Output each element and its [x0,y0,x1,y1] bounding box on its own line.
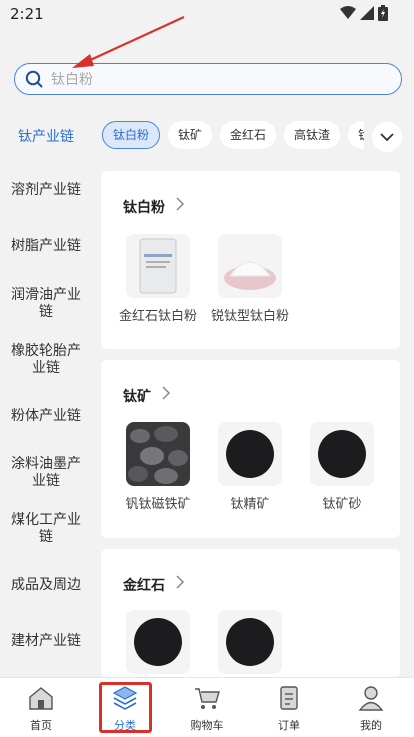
powder-icon [224,261,276,290]
chevron-right-icon[interactable] [175,575,185,589]
section-card-rutile: 金红石 [101,549,400,677]
search-icon [25,70,43,88]
tab-label: 首页 [30,719,52,732]
annotation-highlight-box [99,682,152,733]
tab-label: 我的 [360,719,382,732]
chevron-right-icon[interactable] [161,386,171,400]
sidebar-item-building-materials[interactable]: 建材产业链 [0,633,92,650]
product-item[interactable]: 钛精矿 [209,422,291,512]
product-image [126,610,190,674]
search-input[interactable] [49,64,393,95]
sidebar-item-powder[interactable]: 粉体产业链 [0,408,92,425]
product-label: 锐钛型钛白粉 [210,309,289,324]
sidebar-item-rubber-tire[interactable]: 橡胶轮胎产业链 [0,343,92,377]
chevron-right-icon[interactable] [175,197,185,211]
status-icons [340,5,388,21]
section-title[interactable]: 金红石 [123,575,165,595]
expand-chips-button[interactable] [372,122,402,152]
product-label: 钒钛磁铁矿 [125,497,191,512]
product-image [126,234,190,298]
product-image [126,422,190,486]
tab-home[interactable]: 首页 [6,678,76,736]
status-time: 2:21 [10,5,44,23]
sidebar-item-resin[interactable]: 树脂产业链 [0,238,92,255]
product-item[interactable]: 金红石钛白粉 [117,234,199,324]
cart-icon [195,688,220,709]
product-item[interactable]: 钒钛磁铁矿 [117,422,199,512]
tab-label: 订单 [278,719,300,732]
sidebar-item-finished-products[interactable]: 成品及周边 [0,577,92,594]
product-image [310,422,374,486]
wifi-icon [340,6,356,19]
profile-icon [358,686,384,711]
signal-icon [360,6,374,20]
black-sand-icon [134,618,182,666]
product-label: 钛精矿 [230,497,270,512]
ore-icon [126,422,190,486]
sidebar-item-coal-chemical[interactable]: 煤化工产业链 [0,512,92,546]
product-item[interactable] [117,610,199,674]
chip-rutile[interactable]: 金红石 [220,121,277,149]
product-image [218,422,282,486]
product-image [218,234,282,298]
section-title[interactable]: 钛白粉 [123,197,165,217]
black-sand-icon [226,430,274,478]
section-card-titanium-dioxide: 钛白粉 金红石钛白粉 锐钛型钛白粉 [101,171,400,349]
product-item[interactable] [209,610,291,674]
tab-orders[interactable]: 订单 [254,678,324,736]
category-bar: 钛产业链 钛白粉钛矿金红石高钛渣钛 [0,118,414,154]
search-bar[interactable] [14,63,402,95]
sidebar-item-lubricant[interactable]: 润滑油产业链 [0,287,92,321]
home-icon [29,687,53,710]
chip-titanium[interactable]: 钛 [348,121,364,149]
black-sand-icon [318,430,366,478]
battery-icon [378,5,388,21]
product-label: 钛矿砂 [322,497,362,512]
category-title[interactable]: 钛产业链 [18,126,74,146]
section-card-titanium-ore: 钛矿 钒钛磁铁矿 钛精矿 钛矿砂 [101,360,400,538]
tab-label: 购物车 [190,719,224,732]
chip-list: 钛白粉钛矿金红石高钛渣钛 [102,121,364,151]
sidebar-item-solvent[interactable]: 溶剂产业链 [0,182,92,199]
sidebar-item-coating-ink[interactable]: 涂料油墨产业链 [0,456,92,490]
orders-icon [280,686,298,710]
section-title[interactable]: 钛矿 [123,386,151,406]
chevron-down-icon [380,133,394,142]
chip-titanium-ore[interactable]: 钛矿 [168,121,213,149]
product-label: 金红石钛白粉 [118,309,197,324]
tab-cart[interactable]: 购物车 [172,678,242,736]
black-sand-icon [226,618,274,666]
product-item[interactable]: 钛矿砂 [301,422,383,512]
chip-titanium-dioxide[interactable]: 钛白粉 [102,121,161,149]
product-item[interactable]: 锐钛型钛白粉 [209,234,291,324]
bottom-tab-bar: 首页 分类 购物车 订单 我的 [0,677,414,737]
status-bar: 2:21 [0,0,414,30]
bag-icon [139,238,177,294]
tab-profile[interactable]: 我的 [336,678,406,736]
chip-titanium-slag[interactable]: 高钛渣 [284,121,341,149]
product-image [218,610,282,674]
